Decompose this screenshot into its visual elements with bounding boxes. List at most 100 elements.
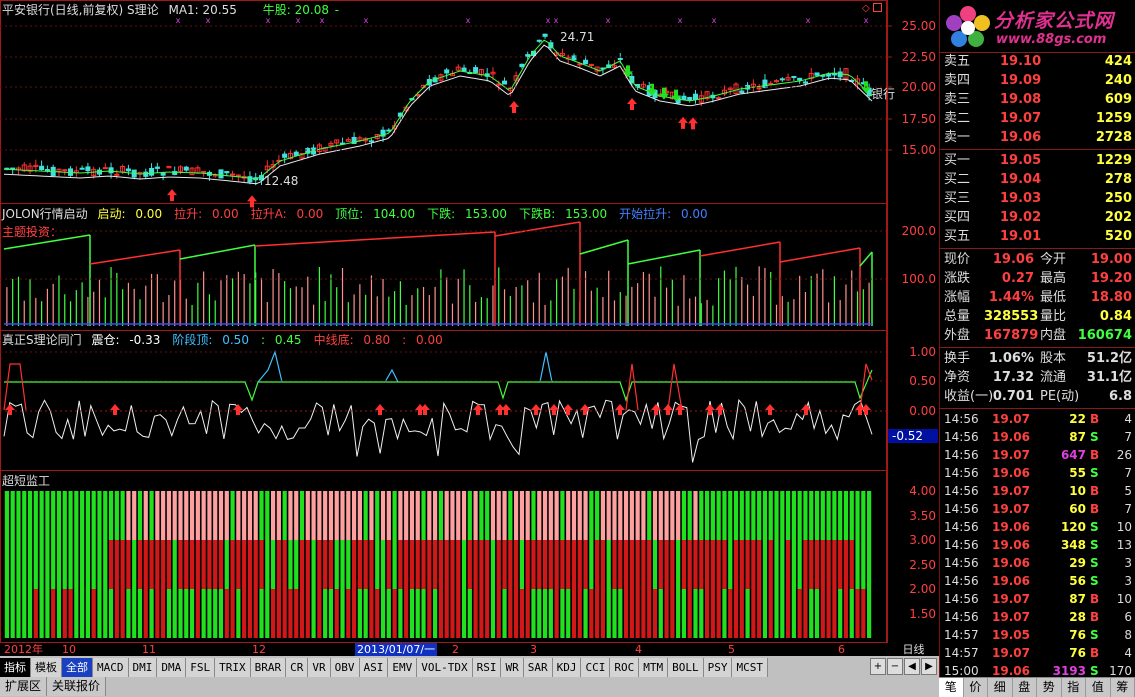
- candle-body: [739, 90, 745, 94]
- ask-row[interactable]: 卖五 19.10 424: [940, 52, 1135, 71]
- tier-bar-low: [132, 589, 137, 638]
- bid-row[interactable]: 买四 19.02 202: [940, 208, 1135, 227]
- indicator-tab[interactable]: 指标: [0, 658, 31, 677]
- chart-area[interactable]: xxxxxxxxxxxxxx: [0, 0, 888, 656]
- tick-row[interactable]: 14:56 19.07 60 B 7: [940, 500, 1135, 518]
- zoom-controls: + − ◀ ▶: [869, 658, 937, 675]
- indicator-tab[interactable]: 全部: [62, 658, 93, 677]
- ask-label: 卖三: [944, 92, 971, 107]
- ask-row[interactable]: 卖四 19.09 240: [940, 71, 1135, 90]
- indicator-tab[interactable]: ROC: [610, 658, 640, 677]
- bid-row[interactable]: 买三 19.03 250: [940, 189, 1135, 208]
- tier-bar-low: [606, 589, 611, 638]
- tier-bar-mid: [380, 540, 386, 589]
- panel2-item-value: 104.00: [369, 207, 416, 221]
- tier-bar-top: [137, 491, 143, 540]
- right-tab[interactable]: 价: [964, 678, 988, 697]
- indicator-tab[interactable]: MTM: [639, 658, 669, 677]
- zoom-out-button[interactable]: −: [887, 658, 903, 675]
- indicator-tab[interactable]: SAR: [523, 658, 553, 677]
- tier-bar-top: [276, 491, 281, 540]
- panel3-item-value: 0.00: [412, 333, 443, 347]
- tick-row[interactable]: 14:56 19.06 29 S 3: [940, 554, 1135, 572]
- tick-row[interactable]: 14:56 19.06 348 S 13: [940, 536, 1135, 554]
- chart-right-button[interactable]: ▶: [921, 658, 937, 675]
- indicator-tab[interactable]: KDJ: [552, 658, 582, 677]
- bid-row[interactable]: 买二 19.04 278: [940, 170, 1135, 189]
- sub-tab[interactable]: 扩展区: [0, 677, 48, 696]
- tick-row[interactable]: 14:56 19.06 120 S 10: [940, 518, 1135, 536]
- chart-left-button[interactable]: ◀: [904, 658, 920, 675]
- tick-row[interactable]: 14:56 19.06 56 S 3: [940, 572, 1135, 590]
- tier-bar-top: [74, 491, 79, 540]
- indicator-tab[interactable]: MCST: [732, 658, 768, 677]
- indicator-tab[interactable]: RSI: [472, 658, 502, 677]
- tier-bar-low: [33, 589, 38, 638]
- diamond-icon[interactable]: ◇: [862, 3, 870, 14]
- bid-row[interactable]: 买一 19.05 1229: [940, 151, 1135, 170]
- indicator-tab[interactable]: BOLL: [668, 658, 704, 677]
- indicator-tab[interactable]: WR: [501, 658, 524, 677]
- bid-row[interactable]: 买五 19.01 520: [940, 227, 1135, 246]
- zoom-in-button[interactable]: +: [870, 658, 886, 675]
- tier-bar-low: [762, 589, 768, 638]
- indicator-tab[interactable]: OBV: [330, 658, 360, 677]
- indicator-tab[interactable]: PSY: [703, 658, 733, 677]
- tick-row[interactable]: 14:57 19.05 76 S 8: [940, 626, 1135, 644]
- tier-bar-low: [797, 589, 802, 638]
- indicator-tab[interactable]: VR: [308, 658, 331, 677]
- ask-row[interactable]: 卖一 19.06 2728: [940, 128, 1135, 147]
- tier-bar-mid: [786, 540, 791, 589]
- tier-bar-low: [74, 589, 79, 638]
- indicator-tab[interactable]: CR: [286, 658, 309, 677]
- tier-bar-top: [444, 491, 449, 540]
- tier-bar-mid: [114, 540, 119, 589]
- right-tab[interactable]: 盘: [1013, 678, 1037, 697]
- tick-row[interactable]: 14:56 19.07 28 B 6: [940, 608, 1135, 626]
- tick-row[interactable]: 14:56 19.07 22 B 4: [940, 410, 1135, 428]
- indicator-tab[interactable]: DMA: [157, 658, 187, 677]
- tick-row[interactable]: 14:56 19.06 87 S 7: [940, 428, 1135, 446]
- tick-count: 6: [1124, 610, 1132, 624]
- tier-bar-mid: [369, 540, 374, 589]
- ask-row[interactable]: 卖三 19.08 609: [940, 90, 1135, 109]
- tick-row[interactable]: 14:56 19.07 87 B 10: [940, 590, 1135, 608]
- indicator-tab[interactable]: DMI: [128, 658, 158, 677]
- chart-window-controls[interactable]: ◇: [862, 3, 882, 14]
- right-tab[interactable]: 值: [1086, 678, 1111, 697]
- tier-bar-mid: [45, 540, 50, 589]
- indicator-tab[interactable]: FSL: [186, 658, 216, 677]
- tick-row[interactable]: 14:56 19.07 647 B 26: [940, 446, 1135, 464]
- tier-bar-top: [843, 491, 849, 540]
- indicator-tab[interactable]: EMV: [388, 658, 418, 677]
- tick-row[interactable]: 14:56 19.06 55 S 7: [940, 464, 1135, 482]
- indicator-tab[interactable]: 模板: [31, 658, 62, 677]
- tick-row[interactable]: 14:56 19.07 10 B 5: [940, 482, 1135, 500]
- candle-body: [536, 39, 542, 42]
- tier-bar-mid: [774, 540, 779, 589]
- period-label[interactable]: 日线: [888, 643, 939, 656]
- right-tab[interactable]: 指: [1062, 678, 1086, 697]
- right-tab[interactable]: 筹: [1111, 678, 1135, 697]
- indicator-tab[interactable]: MACD: [93, 658, 129, 677]
- tier-bar-top: [502, 491, 507, 540]
- right-tab[interactable]: 细: [988, 678, 1013, 697]
- right-tab[interactable]: 势: [1037, 678, 1062, 697]
- ask-row[interactable]: 卖二 19.07 1259: [940, 109, 1135, 128]
- indicator-tab[interactable]: VOL-TDX: [417, 658, 473, 677]
- tier-bar-mid: [710, 540, 715, 589]
- indicator-tab[interactable]: CCI: [581, 658, 611, 677]
- indicator-tab[interactable]: BRAR: [250, 658, 287, 677]
- tier-bar-top: [861, 491, 866, 540]
- right-tab[interactable]: 笔: [939, 678, 964, 697]
- box-icon[interactable]: [872, 3, 882, 12]
- s-theory-tick-label: 0.00: [909, 404, 936, 418]
- tick-row[interactable]: 14:57 19.07 76 B 4: [940, 644, 1135, 662]
- tier-bar-low: [485, 589, 490, 638]
- indicator-tab[interactable]: TRIX: [215, 658, 251, 677]
- tier-bar-low: [560, 589, 565, 638]
- indicator-tab[interactable]: ASI: [359, 658, 389, 677]
- tier-bar-mid: [838, 540, 843, 589]
- sub-tab[interactable]: 关联报价: [47, 677, 107, 696]
- tier-bar-mid: [386, 540, 391, 589]
